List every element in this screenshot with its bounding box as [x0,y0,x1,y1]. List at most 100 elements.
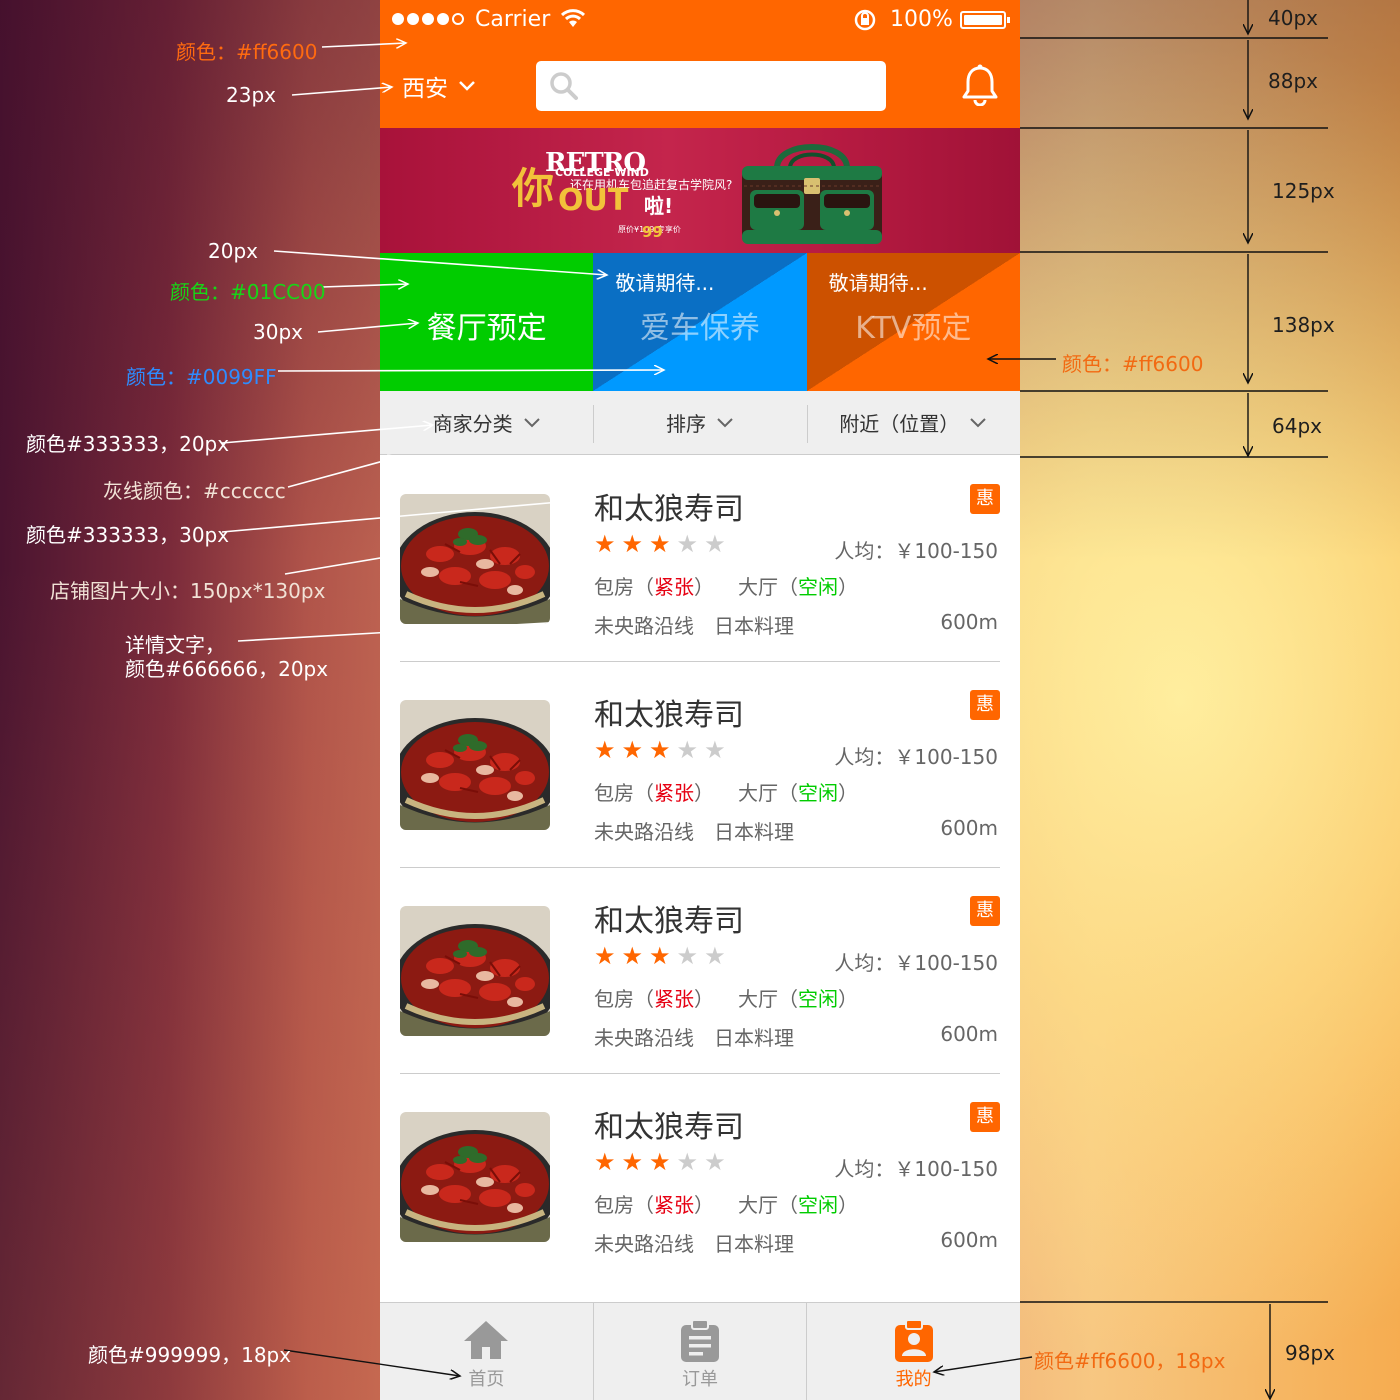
dimension-header: 88px [1268,69,1318,93]
star-icon: ★ [621,942,644,970]
hall-value: 空闲 [798,987,838,1011]
star-icon: ★ [676,736,699,764]
restaurant-cuisine: 日本料理 [714,1026,794,1050]
dimension-tiles: 138px [1272,313,1335,337]
restaurant-thumbnail [400,906,550,1036]
star-icon: ★ [621,530,644,558]
star-icon: ★ [676,942,699,970]
hall-close: ） [838,987,858,1011]
dimension-statusbar: 40px [1268,6,1318,30]
filter-nearby[interactable]: 附近（位置） [806,391,1020,454]
tile-restaurant[interactable]: 餐厅预定 [380,253,594,391]
chevron-down-icon [717,417,733,427]
restaurant-thumbnail [400,700,550,830]
city-selector[interactable]: 西安 [402,69,476,103]
tab-home[interactable]: 首页 [380,1303,593,1400]
list-item[interactable]: 和太狼寿司 惠 ★ ★ ★ ★ ★ 人均：￥100-150 包房（紧张） 大厅（空闲） … [400,456,1000,662]
tab-profile[interactable]: 我的 [806,1303,1020,1400]
average-price: 人均：￥100-150 [834,745,998,769]
dimension-tabbar: 98px [1285,1341,1335,1365]
tab-profile-label: 我的 [895,1369,932,1390]
list-item[interactable]: 和太狼寿司 惠 ★ ★ ★ ★ ★ 人均：￥100-150 包房（紧张） 大厅（空闲） … [400,1074,1000,1280]
tab-orders-label: 订单 [682,1369,718,1390]
private-room-label: 包房（ [594,987,654,1011]
filter-category[interactable]: 商家分类 [380,391,593,454]
tile-ktv[interactable]: 敬请期待... KTV预定 [806,253,1020,391]
tile-car-care-label: 爱车保养 [639,311,760,346]
annotation-header-color: 颜色：#ff6600 [176,40,318,64]
promo-banner[interactable]: RETRO COLLEGE WIND 你 还在用机车包追赶复古学院风? OUT … [380,128,1020,253]
hall-close: ） [838,1193,858,1217]
handbag-image [742,144,882,244]
list-item[interactable]: 和太狼寿司 惠 ★ ★ ★ ★ ★ 人均：￥100-150 包房（紧张） 大厅（空闲） … [400,868,1000,1074]
hall-status: 大厅（空闲） [738,983,858,1012]
annotation-detail-line2: 颜色#666666，20px [125,657,329,681]
filter-sort-label: 排序 [665,412,706,436]
annotation-tab-orange: 颜色#ff6600，18px [1034,1349,1226,1373]
search-input[interactable] [536,61,886,111]
rating-stars: ★ ★ ★ ★ ★ [594,1148,726,1176]
star-icon: ★ [704,1148,726,1176]
restaurant-thumbnail [400,494,550,624]
restaurant-distance: 600m [940,610,998,634]
tile-ktv-sub: 敬请期待... [828,271,928,295]
private-room-status: 包房（紧张） [594,1189,714,1218]
filter-sort[interactable]: 排序 [593,391,806,454]
private-room-label: 包房（ [594,781,654,805]
rotation-lock-icon [854,9,876,31]
annotation-tab-gray: 颜色#999999，18px [88,1343,292,1367]
annotation-thumb-size: 店铺图片大小：150px*130px [50,579,326,603]
restaurant-location: 未央路沿线 [594,614,694,638]
star-icon: ★ [649,1148,671,1176]
list-item[interactable]: 和太狼寿司 惠 ★ ★ ★ ★ ★ 人均：￥100-150 包房（紧张） 大厅（空闲） … [400,662,1000,868]
hall-close: ） [838,781,858,805]
status-bar: Carrier 100% [380,0,1020,40]
annotation-filter-text: 颜色#333333，20px [26,432,230,456]
private-room-close: ） [694,575,714,599]
banner-out-text: OUT [558,183,629,218]
restaurant-name: 和太狼寿司 [594,1110,744,1145]
private-room-close: ） [694,1193,714,1217]
star-icon: ★ [594,530,616,558]
private-room-status: 包房（紧张） [594,983,714,1012]
average-price: 人均：￥100-150 [834,539,998,563]
annotation-city-size: 23px [226,83,276,107]
clipboard-icon [681,1319,719,1362]
signal-dots [392,13,464,25]
banner-price: 99 [642,223,663,241]
private-room-status: 包房（紧张） [594,777,714,806]
hall-value: 空闲 [798,575,838,599]
battery-icon [960,11,1010,29]
annotation-name-text: 颜色#333333，30px [26,523,230,547]
hall-status: 大厅（空闲） [738,777,858,806]
filter-bar: 商家分类 排序 附近（位置） [380,391,1020,455]
chevron-down-icon [523,417,540,427]
banner-ni-text: 你 [512,164,555,213]
annotation-tile-orange-color: 颜色：#ff6600 [1062,352,1204,376]
tab-home-label: 首页 [468,1369,505,1390]
annotation-sub-size: 20px [208,239,258,263]
annotation-gray-line: 灰线颜色：#cccccc [103,479,286,503]
star-icon: ★ [649,736,671,764]
restaurant-location: 未央路沿线 [594,1026,694,1050]
rating-stars: ★ ★ ★ ★ ★ [594,942,726,970]
home-icon [464,1321,509,1359]
bell-icon[interactable] [960,64,1000,106]
tile-car-care[interactable]: 敬请期待... 爱车保养 [593,253,807,391]
service-tiles: 餐厅预定 敬请期待... 爱车保养 敬请期待... KTV预定 [380,253,1020,391]
private-room-value: 紧张 [654,781,694,805]
app-header: 西安 [380,40,1020,128]
restaurant-cuisine: 日本料理 [714,820,794,844]
annotation-green-color: 颜色：#01CC00 [170,280,326,304]
private-room-close: ） [694,987,714,1011]
tab-orders[interactable]: 订单 [592,1303,807,1400]
private-room-value: 紧张 [654,987,694,1011]
discount-badge: 惠 [970,690,1000,720]
dimension-filterbar: 64px [1272,414,1322,438]
battery-percent: 100% [890,7,953,32]
hall-label: 大厅（ [738,1193,798,1217]
restaurant-list: 和太狼寿司 惠 ★ ★ ★ ★ ★ 人均：￥100-150 包房（紧张） 大厅（空闲） … [400,456,1000,1280]
rating-stars: ★ ★ ★ ★ ★ [594,736,726,764]
wifi-icon [560,9,586,27]
restaurant-distance: 600m [940,816,998,840]
